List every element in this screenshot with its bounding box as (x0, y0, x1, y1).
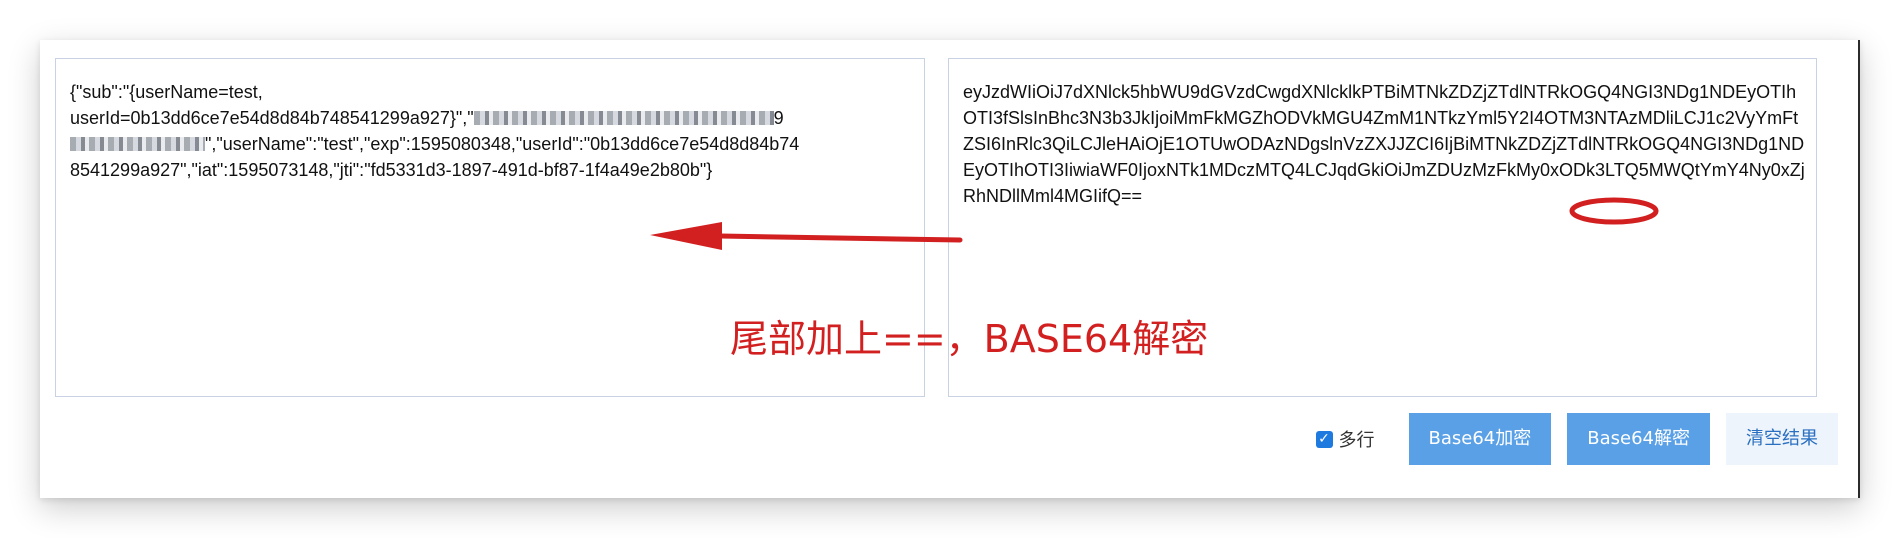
base64-decode-button[interactable]: Base64解密 (1567, 413, 1710, 465)
action-toolbar: ✓ 多行 Base64加密 Base64解密 清空结果 (1315, 413, 1838, 465)
base64-encode-button[interactable]: Base64加密 (1408, 413, 1552, 465)
clear-result-button[interactable]: 清空结果 (1726, 413, 1838, 465)
base64-tool-card: {"sub":"{userName=test, userId=0b13dd6ce… (40, 40, 1860, 498)
decoded-line-1: {"sub":"{userName=test, (70, 82, 263, 102)
encoded-text: eyJzdWIiOiJ7dXNlck5hbWU9dGVzdCwgdXNlcklk… (963, 82, 1805, 206)
decoded-line-3: ","userName":"test","exp":1595080348,"us… (205, 134, 800, 154)
decoded-text: {"sub":"{userName=test, userId=0b13dd6ce… (70, 79, 914, 183)
checkbox-checked-icon[interactable]: ✓ (1315, 430, 1333, 448)
decoded-line-2-end: 9 (773, 108, 784, 128)
multiline-checkbox[interactable]: ✓ 多行 (1315, 426, 1375, 452)
multiline-label: 多行 (1338, 430, 1375, 451)
decoded-line-2: userId=0b13dd6ce7e54d8d84b748541299a927}… (70, 108, 474, 128)
annotation-text: 尾部加上==，BASE64解密 (730, 317, 1209, 361)
redacted-block (473, 111, 774, 125)
redacted-block (70, 137, 205, 151)
decoded-line-4: 8541299a927","iat":1595073148,"jti":"fd5… (70, 160, 713, 180)
screenshot-stage: {"sub":"{userName=test, userId=0b13dd6ce… (0, 0, 1900, 538)
